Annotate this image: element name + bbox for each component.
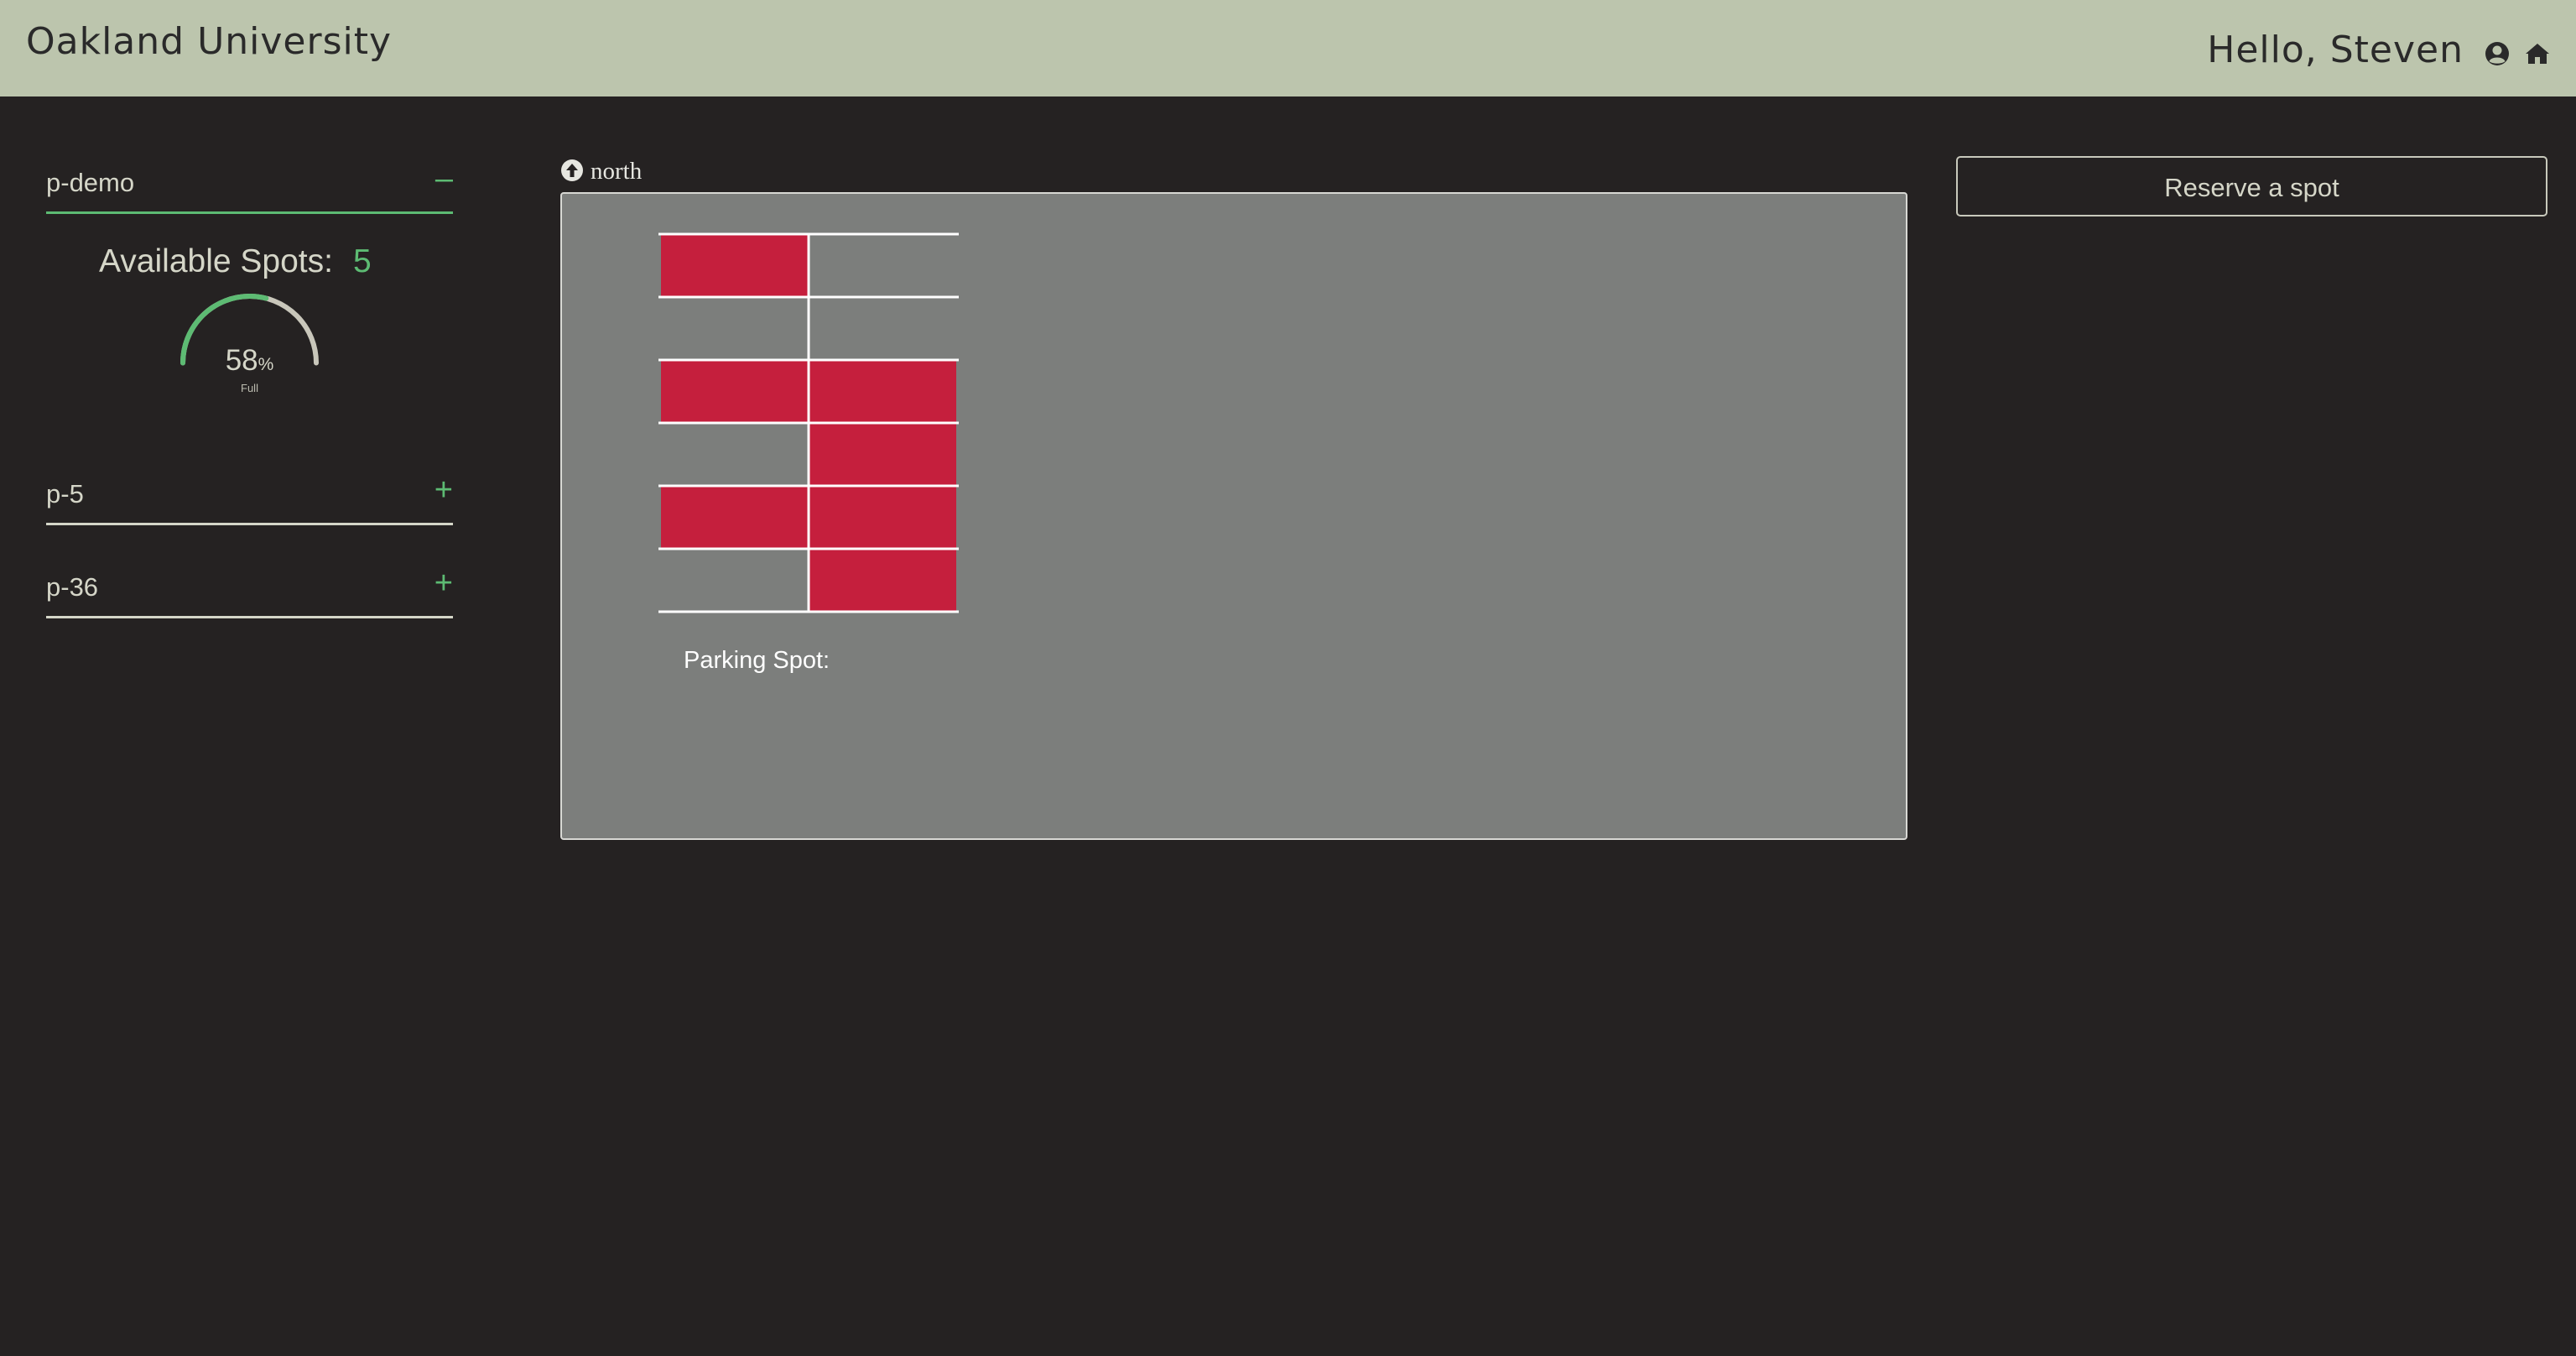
top-nav-bar: Oakland University Hello, Steven bbox=[0, 0, 2576, 96]
gauge-percentage: 58% bbox=[176, 344, 323, 378]
occupied-spot[interactable] bbox=[661, 360, 809, 423]
north-indicator: north bbox=[560, 158, 642, 185]
lot-name: p-36 bbox=[46, 572, 99, 602]
available-spots-label: Available Spots: bbox=[99, 243, 333, 279]
user-circle-icon[interactable] bbox=[2484, 40, 2511, 67]
occupied-spot[interactable] bbox=[809, 423, 956, 486]
lot-item-p-5[interactable]: p-5 + bbox=[46, 462, 453, 525]
occupied-spot[interactable] bbox=[809, 360, 956, 423]
brand-title[interactable]: Oakland University bbox=[26, 20, 392, 63]
home-icon[interactable] bbox=[2524, 40, 2551, 67]
collapse-icon[interactable]: – bbox=[435, 161, 453, 197]
parking-grid bbox=[658, 232, 959, 613]
lot-name: p-5 bbox=[46, 479, 84, 508]
occupied-spot[interactable] bbox=[661, 234, 809, 297]
parking-spot-label: Parking Spot: bbox=[684, 647, 830, 674]
lot-item-p-36[interactable]: p-36 + bbox=[46, 555, 453, 618]
occupied-spot[interactable] bbox=[809, 549, 956, 612]
arrow-up-circle-icon bbox=[561, 159, 583, 181]
expand-icon[interactable]: + bbox=[435, 566, 453, 602]
user-greeting: Hello, Steven bbox=[2207, 29, 2464, 71]
gauge-unit: % bbox=[258, 355, 274, 374]
available-spots-count: 5 bbox=[352, 243, 372, 279]
available-spots: Available Spots: 5 bbox=[99, 243, 372, 280]
reserve-spot-button[interactable]: Reserve a spot bbox=[1956, 156, 2547, 216]
occupied-spot[interactable] bbox=[809, 486, 956, 549]
lot-item-p-demo[interactable]: p-demo – bbox=[46, 151, 453, 214]
expand-icon[interactable]: + bbox=[435, 472, 453, 508]
parking-map: Parking Spot: bbox=[560, 192, 1907, 840]
north-label: north bbox=[591, 158, 643, 185]
lot-name: p-demo bbox=[46, 168, 135, 197]
occupied-spot[interactable] bbox=[661, 486, 809, 549]
gauge-value: 58 bbox=[225, 344, 258, 377]
gauge-caption: Full bbox=[241, 382, 258, 394]
